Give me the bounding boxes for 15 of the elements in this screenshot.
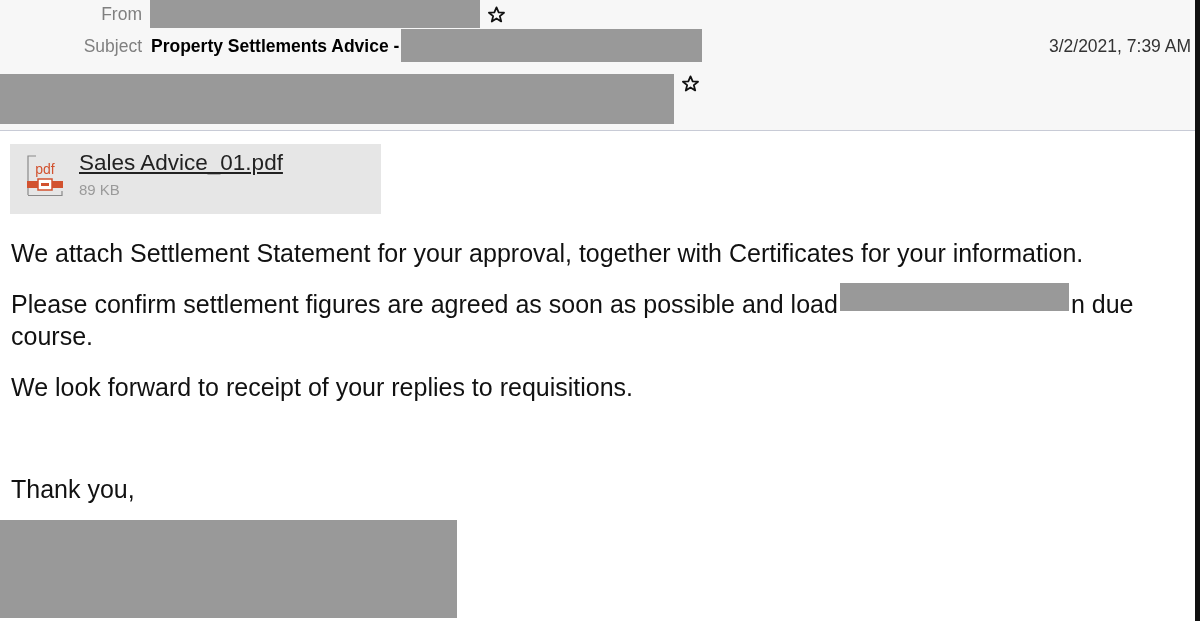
attachment-size: 89 KB: [79, 181, 120, 198]
body-text: We look forward to receipt of your replies to requisitions.: [11, 373, 634, 401]
attachment-link[interactable]: Sales Advice_01.pdf: [79, 150, 283, 176]
body-text: n due: [1070, 289, 1134, 320]
closing-text: Thank you,: [11, 475, 135, 503]
subject-label: Subject: [82, 35, 142, 57]
date-text: 3/2/2021, 7:39 AM: [1048, 35, 1191, 57]
star-icon[interactable]: [488, 6, 505, 23]
attachment-card[interactable]: pdf Sales Advice_01.pdf 89 KB: [10, 144, 381, 214]
from-label: From: [100, 4, 142, 25]
body-text: We attach Settlement Statement for your approval, together with Certificates for your information.: [11, 239, 1084, 267]
body-text: course.: [11, 321, 93, 352]
body-text: Please confirm settlement figures are agreed as soon as possible and load: [11, 289, 838, 320]
star-icon[interactable]: [682, 75, 699, 92]
subject-text: Property Settlements Advice -: [151, 35, 400, 57]
